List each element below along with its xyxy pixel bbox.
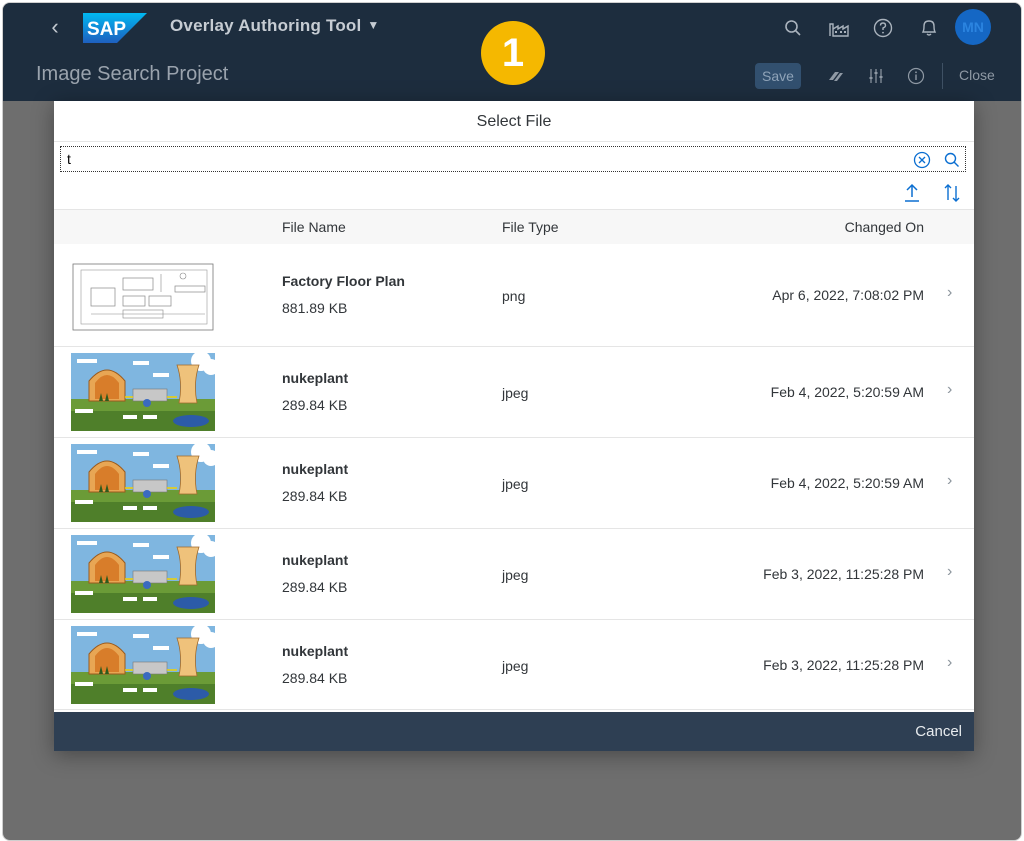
file-row[interactable]: nukeplant 289.84 KB jpeg Feb 3, 2022, 11:25… (54, 529, 974, 620)
file-changed-on: Feb 4, 2022, 5:20:59 AM (770, 475, 924, 491)
layers-icon[interactable] (825, 65, 847, 87)
save-button[interactable]: Save (755, 63, 801, 89)
chevron-right-icon[interactable]: › (947, 285, 959, 301)
file-name: nukeplant (282, 643, 349, 659)
file-size: 289.84 KB (282, 397, 348, 413)
chevron-right-icon[interactable]: › (947, 473, 959, 489)
upload-icon[interactable] (902, 182, 922, 204)
sap-logo: SAP (83, 13, 147, 43)
file-thumbnail (71, 535, 215, 613)
file-changed-on: Feb 3, 2022, 11:25:28 PM (763, 657, 924, 673)
file-row[interactable]: nukeplant 289.84 KB jpeg Feb 3, 2022, 11:25… (54, 620, 974, 710)
page-title: Image Search Project (36, 63, 229, 85)
dialog-footer: Cancel (54, 712, 974, 751)
step-badge: 1 (481, 21, 545, 85)
factory-icon[interactable] (827, 16, 851, 40)
app-window: ‹ SAP Overlay Authoring Tool ▼ MN 1 Imag… (2, 2, 1022, 841)
help-icon[interactable] (871, 16, 895, 40)
select-file-dialog: Select File t File Name File Type Change… (54, 101, 974, 751)
cancel-button[interactable]: Cancel (915, 723, 962, 740)
file-list: Factory Floor Plan 881.89 KB png Apr 6, 202… (54, 244, 974, 710)
file-row[interactable]: nukeplant 289.84 KB jpeg Feb 4, 2022, 5:20:… (54, 347, 974, 438)
file-size: 881.89 KB (282, 300, 348, 316)
file-name: nukeplant (282, 461, 349, 477)
file-name: nukeplant (282, 370, 349, 386)
column-header-file-type[interactable]: File Type (502, 219, 559, 235)
settings-sliders-icon[interactable] (865, 65, 887, 87)
nuclear-plant-thumbnail (71, 444, 215, 522)
dialog-title: Select File (54, 101, 974, 142)
file-thumbnail (71, 256, 215, 334)
app-title-text: Overlay Authoring Tool (170, 16, 362, 35)
file-thumbnail (71, 353, 215, 431)
file-type: jpeg (502, 567, 529, 583)
file-type: png (502, 288, 526, 304)
chevron-right-icon[interactable]: › (947, 564, 959, 580)
file-thumbnail (71, 444, 215, 522)
file-type: jpeg (502, 385, 529, 401)
search-input[interactable] (67, 150, 887, 168)
caret-down-icon: ▼ (367, 18, 380, 32)
file-type: jpeg (502, 658, 529, 674)
clear-icon[interactable] (913, 151, 931, 169)
file-size: 289.84 KB (282, 579, 348, 595)
file-changed-on: Apr 6, 2022, 7:08:02 PM (772, 287, 924, 303)
notification-bell-icon[interactable] (917, 16, 941, 40)
table-header: File Name File Type Changed On (54, 210, 974, 245)
search-icon[interactable] (781, 16, 805, 40)
app-title-menu[interactable]: Overlay Authoring Tool ▼ (170, 16, 380, 36)
search-field[interactable] (60, 146, 966, 172)
user-avatar[interactable]: MN (955, 9, 991, 45)
sap-logo-text: SAP (87, 19, 126, 40)
chevron-right-icon[interactable]: › (947, 655, 959, 671)
file-changed-on: Feb 3, 2022, 11:25:28 PM (763, 566, 924, 582)
search-icon[interactable] (943, 151, 961, 169)
info-icon[interactable] (905, 65, 927, 87)
file-row[interactable]: Factory Floor Plan 881.89 KB png Apr 6, 202… (54, 244, 974, 347)
file-thumbnail (71, 626, 215, 704)
file-name: Factory Floor Plan (282, 273, 405, 289)
file-changed-on: Feb 4, 2022, 5:20:59 AM (770, 384, 924, 400)
column-header-file-name[interactable]: File Name (282, 219, 346, 235)
file-size: 289.84 KB (282, 488, 348, 504)
file-type: jpeg (502, 476, 529, 492)
toolbar-divider (942, 63, 943, 89)
file-toolbar (54, 177, 974, 210)
close-button[interactable]: Close (959, 67, 995, 83)
nuclear-plant-thumbnail (71, 626, 215, 704)
file-name: nukeplant (282, 552, 349, 568)
floor-plan-thumbnail (71, 256, 215, 334)
back-button[interactable]: ‹ (43, 15, 67, 39)
nuclear-plant-thumbnail (71, 353, 215, 431)
file-size: 289.84 KB (282, 670, 348, 686)
file-row[interactable]: nukeplant 289.84 KB jpeg Feb 4, 2022, 5:20:… (54, 438, 974, 529)
column-header-changed-on[interactable]: Changed On (845, 219, 924, 235)
sort-icon[interactable] (942, 182, 962, 204)
chevron-right-icon[interactable]: › (947, 382, 959, 398)
nuclear-plant-thumbnail (71, 535, 215, 613)
